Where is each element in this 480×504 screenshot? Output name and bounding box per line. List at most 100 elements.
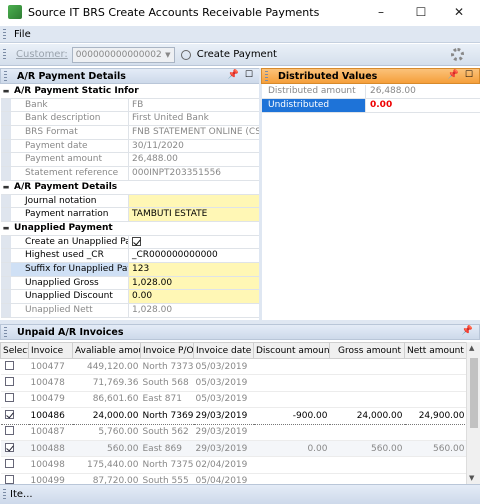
table-row[interactable]: 100479 86,601.60 East 871 05/03/2019: [0, 391, 467, 409]
pin-icon[interactable]: 📌: [448, 70, 459, 80]
invoices-header: Unpaid A/R Invoices 📌: [0, 324, 480, 340]
property-row[interactable]: Create an Unapplied Paym: [1, 235, 259, 250]
maximize-button[interactable]: ☐: [406, 3, 436, 21]
column-header[interactable]: Invoice P/O: [140, 342, 194, 359]
category-label: Unapplied Payment: [14, 223, 113, 234]
column-header[interactable]: Invoice date: [193, 342, 254, 359]
unapplied-gross-input[interactable]: 1,028.00: [129, 276, 259, 290]
table-row[interactable]: 100478 71,769.36 South 568 05/03/2019: [0, 374, 467, 392]
property-name: Journal notation: [11, 194, 129, 208]
select-cell: [0, 391, 29, 409]
cell-gross: [329, 456, 405, 474]
suffix-input[interactable]: 123: [129, 262, 259, 276]
cell-gross: 24,000.00: [329, 407, 405, 425]
pin-icon[interactable]: 📌: [228, 70, 239, 80]
property-row[interactable]: Unapplied Gross 1,028.00: [1, 276, 259, 291]
select-checkbox[interactable]: [4, 442, 14, 452]
distributed-row[interactable]: Undistributed amount 0.00: [262, 99, 480, 123]
grip-icon[interactable]: [265, 70, 268, 82]
create-unapplied-checkbox-cell[interactable]: [129, 235, 259, 249]
select-checkbox[interactable]: [4, 426, 14, 436]
select-checkbox[interactable]: [4, 459, 14, 469]
select-checkbox[interactable]: [4, 360, 14, 370]
property-row[interactable]: Bank description First United Bank: [1, 112, 259, 127]
property-row[interactable]: Payment amount 26,488.00: [1, 153, 259, 168]
cell-date: 29/03/2019: [193, 424, 254, 441]
property-name: Unapplied Nett: [11, 304, 129, 317]
gear-icon[interactable]: [451, 48, 464, 61]
category-unapplied[interactable]: ▬ Unapplied Payment: [1, 221, 259, 236]
property-row[interactable]: Unapplied Discount 0.00: [1, 290, 259, 304]
property-row[interactable]: Unapplied Nett 1,028.00: [1, 304, 259, 318]
table-row[interactable]: 100486 24,000.00 North 7369 29/03/2019 -900.…: [0, 407, 467, 425]
property-row[interactable]: Suffix for Unapplied Payme123: [1, 262, 259, 277]
scroll-thumb[interactable]: [470, 358, 478, 428]
property-row[interactable]: Highest used _CR _CR000000000000: [1, 249, 259, 263]
cell-nett: [404, 358, 467, 376]
column-header[interactable]: Select: [0, 342, 29, 359]
table-row[interactable]: 100477 449,120.00 North 7373 05/03/2019: [0, 358, 467, 376]
pin-icon[interactable]: 📌: [462, 326, 473, 336]
select-checkbox[interactable]: [4, 409, 14, 419]
invoices-title: Unpaid A/R Invoices: [17, 326, 124, 338]
property-row[interactable]: Journal notation: [1, 194, 259, 209]
select-checkbox[interactable]: [4, 377, 14, 387]
collapse-icon[interactable]: ▬: [1, 224, 11, 232]
table-row[interactable]: 100488 560.00 East 869 29/03/2019 0.00 560.00…: [0, 440, 467, 458]
cell-nett: [404, 424, 467, 441]
collapse-icon[interactable]: ▬: [1, 87, 11, 95]
cell-discount: [253, 358, 330, 376]
column-header[interactable]: Gross amount: [329, 342, 405, 359]
collapse-icon[interactable]: ▬: [1, 183, 11, 191]
column-header[interactable]: Invoice: [28, 342, 73, 359]
cell-invoice: 100486: [28, 407, 73, 425]
column-header[interactable]: Avaliable amount: [72, 342, 141, 359]
property-name: Suffix for Unapplied Payme: [11, 262, 129, 276]
cell-discount: [253, 456, 330, 474]
property-row[interactable]: BRS Format FNB STATEMENT ONLINE (CSV): [1, 126, 259, 140]
grip-icon[interactable]: [4, 326, 7, 338]
cell-po: North 7373: [140, 358, 194, 376]
distributed-grid: Distributed amount 26,488.00 Undistribute…: [262, 85, 480, 123]
grip-icon[interactable]: [3, 28, 6, 40]
chevron-down-icon[interactable]: ▼: [162, 51, 174, 59]
grip-icon[interactable]: [3, 489, 6, 500]
scroll-down-icon[interactable]: ▼: [469, 474, 474, 482]
search-icon: [180, 49, 191, 60]
customer-combo[interactable]: 000000000000002 ▼: [71, 46, 175, 63]
cell-available: 449,120.00: [72, 358, 141, 376]
unapplied-discount-input[interactable]: 0.00: [129, 290, 259, 303]
create-unapplied-checkbox[interactable]: [132, 236, 141, 246]
category-label: A/R Payment Static Infor: [14, 86, 139, 97]
category-details[interactable]: ▬ A/R Payment Details: [1, 180, 259, 195]
payment-narration-input[interactable]: TAMBUTI ESTATE: [129, 208, 259, 221]
grip-icon[interactable]: [4, 70, 7, 82]
property-row[interactable]: Payment date 30/11/2020: [1, 139, 259, 154]
menu-file[interactable]: File: [14, 29, 31, 40]
column-header[interactable]: Nett amount: [404, 342, 467, 359]
property-row[interactable]: Statement reference 000INPT203351556: [1, 167, 259, 181]
table-row[interactable]: 100487 5,760.00 South 562 29/03/2019: [0, 424, 467, 441]
property-value: 26,488.00: [132, 154, 178, 165]
ar-details-title: A/R Payment Details: [17, 70, 126, 82]
category-static[interactable]: ▬ A/R Payment Static Infor: [1, 85, 259, 99]
select-checkbox[interactable]: [4, 393, 14, 403]
property-row[interactable]: Bank FB: [1, 98, 259, 113]
grip-icon[interactable]: [3, 49, 6, 60]
journal-notation-input[interactable]: [129, 194, 259, 208]
create-payment-button[interactable]: Create Payment: [180, 49, 277, 60]
float-icon[interactable]: ☐: [245, 70, 253, 80]
cell-nett: [404, 374, 467, 392]
property-name: Bank: [11, 98, 129, 112]
property-name: Highest used _CR: [11, 249, 129, 262]
invoices-scrollbar[interactable]: ▲ ▼: [466, 342, 480, 484]
distributed-row[interactable]: Distributed amount 26,488.00: [262, 85, 480, 99]
close-button[interactable]: ✕: [444, 3, 474, 21]
minimize-button[interactable]: –: [366, 3, 396, 21]
cell-invoice: 100477: [28, 358, 73, 376]
scroll-up-icon[interactable]: ▲: [469, 344, 474, 352]
float-icon[interactable]: ☐: [465, 70, 473, 80]
column-header[interactable]: Discount amount: [253, 342, 330, 359]
property-row[interactable]: Payment narration TAMBUTI ESTATE: [1, 208, 259, 222]
table-row[interactable]: 100498 175,440.00 North 7375 02/04/2019: [0, 456, 467, 474]
